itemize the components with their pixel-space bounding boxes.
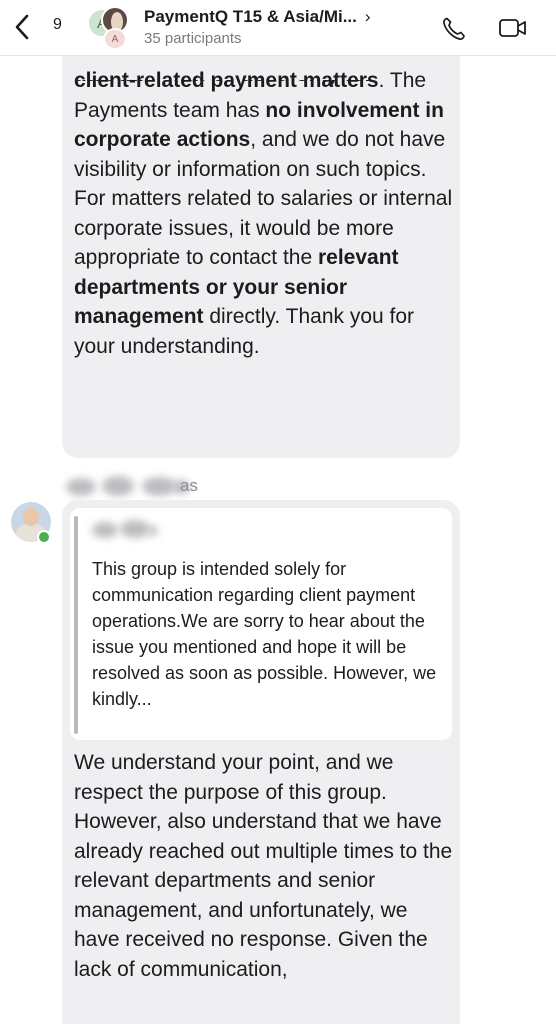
phone-icon[interactable] xyxy=(441,16,467,42)
quoted-sender-redacted xyxy=(90,520,170,540)
group-title-text: PaymentQ T15 & Asia/Mi... xyxy=(144,7,357,26)
chevron-right-icon: › xyxy=(364,7,371,26)
quote-bar xyxy=(74,516,78,734)
unread-count[interactable]: 9 xyxy=(53,16,62,34)
sender-name-suffix: as xyxy=(180,476,198,495)
group-title[interactable]: PaymentQ T15 & Asia/Mi... › xyxy=(144,7,371,27)
group-avatar[interactable]: A A xyxy=(87,6,131,50)
chevron-left-icon xyxy=(15,14,29,40)
message-bubble[interactable]: This group is intended solely for commun… xyxy=(62,500,460,1024)
message-bubble[interactable]: that this chat be used only for client-r… xyxy=(62,40,460,458)
online-status-icon xyxy=(37,530,51,544)
quoted-message-text: This group is intended solely for commun… xyxy=(92,559,437,709)
message-text: We understand your point, and we respect… xyxy=(74,751,453,981)
participants-count[interactable]: 35 participants xyxy=(144,30,242,47)
back-button[interactable] xyxy=(14,12,38,42)
chat-header: 9 A A PaymentQ T15 & Asia/Mi... › 35 part… xyxy=(0,0,556,56)
video-call-icon[interactable] xyxy=(498,16,528,40)
quoted-reply[interactable]: This group is intended solely for commun… xyxy=(70,508,452,740)
group-avatar-letter-small: A xyxy=(103,28,127,50)
message-text: client-related payment matters. The Paym… xyxy=(74,66,458,361)
bold-text: client-related payment matters xyxy=(74,69,379,92)
